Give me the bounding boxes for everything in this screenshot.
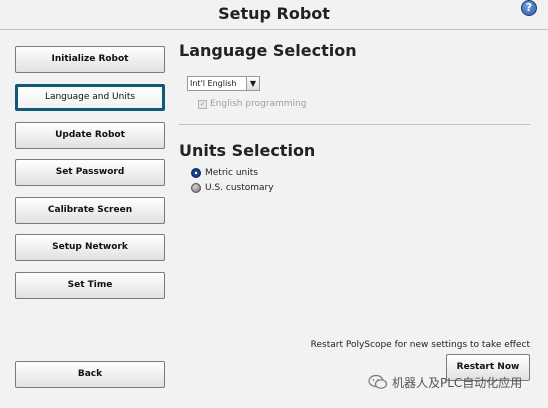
back-button[interactable]: Back	[15, 361, 165, 388]
language-and-units-button[interactable]: Language and Units	[15, 84, 165, 111]
header: Setup Robot ?	[0, 0, 548, 30]
update-robot-button[interactable]: Update Robot	[15, 122, 165, 149]
restart-note: Restart PolyScope for new settings to ta…	[310, 340, 530, 350]
setup-network-button[interactable]: Setup Network	[15, 234, 165, 261]
help-icon[interactable]: ?	[521, 0, 537, 16]
page-title: Setup Robot	[218, 4, 330, 23]
units-selection-heading: Units Selection	[179, 141, 316, 160]
us-customary-radio[interactable]	[191, 183, 201, 193]
english-programming-checkbox[interactable]: ✓	[198, 100, 207, 109]
section-divider	[179, 124, 530, 125]
initialize-robot-button[interactable]: Initialize Robot	[15, 46, 165, 73]
set-password-button[interactable]: Set Password	[15, 159, 165, 186]
metric-units-label: Metric units	[205, 168, 258, 178]
chevron-down-icon[interactable]: ▼	[246, 77, 259, 90]
wechat-icon	[368, 374, 388, 389]
watermark: 机器人及PLC自动化应用	[368, 372, 538, 394]
us-customary-label: U.S. customary	[205, 183, 274, 193]
metric-units-radio[interactable]	[191, 168, 201, 178]
header-divider	[0, 29, 548, 30]
watermark-text: 机器人及PLC自动化应用	[392, 376, 523, 390]
language-select[interactable]: Int'l English ▼	[187, 76, 260, 91]
set-time-button[interactable]: Set Time	[15, 272, 165, 299]
language-select-value: Int'l English	[190, 79, 237, 88]
language-selection-heading: Language Selection	[179, 41, 357, 60]
english-programming-label: English programming	[210, 99, 307, 109]
calibrate-screen-button[interactable]: Calibrate Screen	[15, 197, 165, 224]
